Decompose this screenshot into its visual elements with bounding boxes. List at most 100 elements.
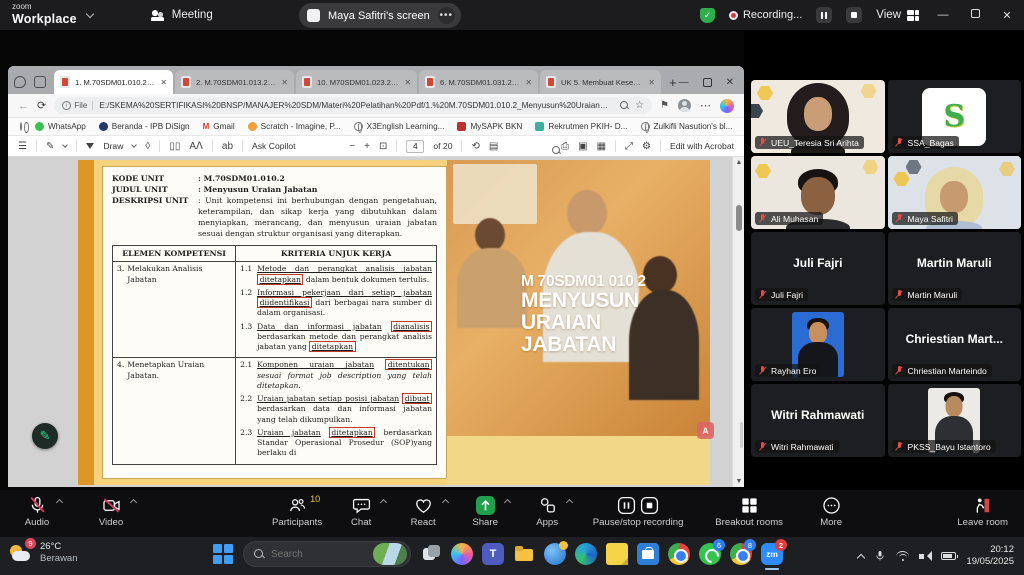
profile-avatar[interactable] bbox=[678, 99, 691, 112]
zoom-taskbar-icon[interactable]: zm 2 bbox=[761, 543, 783, 565]
tray-mic-icon[interactable] bbox=[874, 549, 886, 563]
chevron-up-icon[interactable] bbox=[56, 499, 63, 506]
save-icon[interactable]: ▣ bbox=[578, 141, 587, 152]
minimize-button[interactable]: — bbox=[934, 9, 952, 21]
browser-tab-1[interactable]: 1. M.70SDM01.010.2_M... ✕ bbox=[54, 70, 173, 94]
thumbnail-icon[interactable]: ▤ bbox=[489, 141, 498, 152]
scroll-up-icon[interactable]: ▲ bbox=[733, 157, 744, 168]
audio-button[interactable]: Audio bbox=[14, 490, 60, 528]
apps-button[interactable]: Apps bbox=[524, 490, 570, 528]
browser-menu-icon[interactable]: ⋯ bbox=[700, 99, 711, 112]
close-button[interactable]: ✕ bbox=[998, 9, 1016, 22]
search-daily-image[interactable] bbox=[373, 543, 407, 565]
globe-icon[interactable] bbox=[20, 122, 22, 131]
maximize-button[interactable] bbox=[966, 9, 984, 21]
draw-icon[interactable] bbox=[86, 143, 94, 149]
pause-stop-recording-button[interactable]: Pause/stop recording bbox=[586, 490, 690, 528]
search-input[interactable] bbox=[271, 549, 366, 560]
participant-tile-rayhan[interactable]: Rayhan Ero bbox=[751, 308, 885, 381]
workspaces-icon[interactable] bbox=[34, 76, 46, 88]
weather-widget[interactable]: 9 26°C Berawan bbox=[8, 541, 78, 565]
security-shield-icon[interactable]: ✓ bbox=[700, 8, 715, 23]
bookmark-whatsapp[interactable]: WhatsApp bbox=[35, 122, 86, 131]
browser-maximize-button[interactable] bbox=[703, 78, 712, 87]
settings-gear-icon[interactable]: ⚙ bbox=[642, 141, 651, 152]
chrome-profile-icon[interactable]: 8 bbox=[730, 543, 752, 565]
edit-with-acrobat-button[interactable]: Edit with Acrobat bbox=[670, 141, 734, 151]
teams-icon[interactable]: T bbox=[482, 543, 504, 565]
chevron-down-icon[interactable] bbox=[63, 142, 69, 148]
bookmark-ipb-disign[interactable]: Beranda - IPB DiSign bbox=[99, 122, 190, 131]
eraser-icon[interactable]: ◊ bbox=[145, 141, 150, 152]
info-icon[interactable]: i bbox=[62, 101, 71, 110]
browser-tab-5[interactable]: UK 5. Membuat Kesepak... ✕ bbox=[540, 70, 661, 94]
start-button[interactable] bbox=[212, 543, 234, 565]
participant-tile-martin[interactable]: Martin Maruli Martin Maruli bbox=[888, 232, 1022, 305]
copilot-icon[interactable] bbox=[720, 99, 734, 113]
wifi-icon[interactable] bbox=[896, 551, 909, 562]
zoom-out-icon[interactable]: − bbox=[349, 141, 355, 152]
search-icon[interactable] bbox=[620, 101, 629, 110]
bookmark-zulkifli[interactable]: Zulkifli Nasution's bl... bbox=[641, 122, 733, 131]
bookmark-rekrutmen-pkih[interactable]: Rekrutmen PKIH- D... bbox=[535, 122, 627, 131]
page-view-icon[interactable]: ▯▯ bbox=[169, 141, 180, 152]
read-aloud-icon[interactable]: ab bbox=[222, 141, 233, 152]
draw-label[interactable]: Draw bbox=[103, 141, 123, 151]
battery-icon[interactable] bbox=[941, 552, 956, 560]
browser-close-button[interactable]: ✕ bbox=[726, 77, 734, 88]
chevron-up-icon[interactable] bbox=[442, 499, 449, 506]
url-field[interactable]: i File E:/SKEMA%20SERTIFIKASI%20BNSP/MAN… bbox=[54, 97, 652, 114]
chevron-up-icon[interactable] bbox=[566, 499, 573, 506]
clock[interactable]: 20:12 19/05/2025 bbox=[966, 544, 1014, 569]
participant-tile-ali[interactable]: Ali Muhasan bbox=[751, 156, 885, 229]
favorites-bar-icon[interactable]: ⚑ bbox=[660, 100, 669, 111]
page-number-input[interactable]: 4 bbox=[406, 140, 424, 153]
bookmark-x3english[interactable]: X3English Learning... bbox=[354, 122, 445, 131]
tab-close-icon[interactable]: ✕ bbox=[525, 78, 532, 87]
refresh-icon[interactable]: ⟳ bbox=[37, 99, 46, 112]
tab-close-icon[interactable]: ✕ bbox=[281, 78, 288, 87]
participant-tile-teresia[interactable]: UEU_Teresia Sri Arihta bbox=[751, 80, 885, 153]
bookmark-scratch[interactable]: Scratch - Imagine, P... bbox=[248, 122, 341, 131]
breakout-rooms-button[interactable]: Breakout rooms bbox=[706, 490, 792, 528]
chevron-up-icon[interactable] bbox=[504, 499, 511, 506]
back-icon[interactable]: ← bbox=[18, 100, 29, 112]
leave-room-button[interactable]: Leave room bbox=[957, 490, 1008, 528]
sticky-notes-icon[interactable] bbox=[606, 543, 628, 565]
annotate-button[interactable]: ✎ bbox=[32, 423, 58, 449]
zoom-in-icon[interactable]: + bbox=[364, 141, 370, 152]
tab-close-icon[interactable]: ✕ bbox=[648, 78, 655, 87]
microsoft-store-icon[interactable] bbox=[637, 543, 659, 565]
rotate-icon[interactable]: ⟲ bbox=[471, 141, 479, 152]
stop-recording-button[interactable] bbox=[846, 7, 862, 23]
text-size-icon[interactable]: Aᐱ bbox=[189, 141, 203, 152]
print-icon[interactable]: ⎙ bbox=[561, 141, 569, 152]
participant-tile-maya[interactable]: Maya Safitri bbox=[888, 156, 1022, 229]
pdf-viewer[interactable]: KODE UNIT: M.70SDM01.010.2 JUDUL UNIT: M… bbox=[8, 157, 744, 487]
taskbar-search[interactable] bbox=[243, 541, 411, 567]
chevron-up-icon[interactable] bbox=[380, 499, 387, 506]
zoom-workplace-logo[interactable]: zoom Workplace bbox=[12, 3, 77, 27]
bookmark-mysapk[interactable]: MySAPK BKN bbox=[457, 122, 522, 131]
chevron-down-icon[interactable] bbox=[86, 10, 94, 18]
pill-more-icon[interactable]: ••• bbox=[438, 7, 455, 24]
highlighter-icon[interactable]: ✎ bbox=[46, 141, 54, 152]
toc-icon[interactable]: ☰ bbox=[18, 141, 27, 152]
ask-copilot-button[interactable]: Ask Copilot bbox=[252, 141, 295, 151]
edge-icon[interactable] bbox=[575, 543, 597, 565]
meeting-tab[interactable]: Meeting bbox=[151, 9, 213, 21]
react-button[interactable]: React bbox=[400, 490, 446, 528]
volume-icon[interactable] bbox=[919, 551, 931, 562]
save-as-icon[interactable]: ▦ bbox=[597, 141, 606, 152]
share-button[interactable]: Share bbox=[462, 490, 508, 528]
participant-tile-chriestian[interactable]: Chriestian Mart... Chriestian Marteindo bbox=[888, 308, 1022, 381]
scrollbar-thumb[interactable] bbox=[736, 205, 742, 231]
tray-expand-icon[interactable] bbox=[857, 554, 865, 562]
chevron-down-icon[interactable] bbox=[132, 142, 138, 148]
participant-tile-bagas[interactable]: S SSA_Bagas bbox=[888, 80, 1022, 153]
participant-tile-witri[interactable]: Witri Rahmawati Witri Rahmawati bbox=[751, 384, 885, 457]
new-tab-button[interactable]: + bbox=[669, 75, 677, 90]
browser-tab-2[interactable]: 2. M.70SDM01.013.2_M... ✕ bbox=[175, 70, 294, 94]
fullscreen-icon[interactable]: ⤢ bbox=[625, 141, 633, 152]
browser-minimize-button[interactable]: — bbox=[679, 77, 689, 88]
